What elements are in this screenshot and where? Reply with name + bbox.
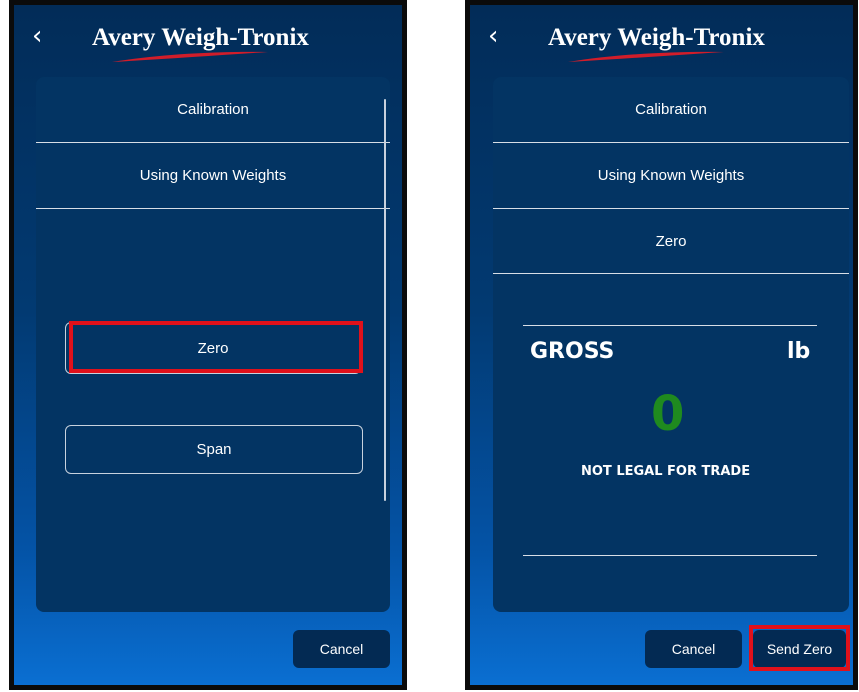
weight-value: 0 — [651, 386, 685, 442]
menu-item-label: Using Known Weights — [139, 167, 287, 184]
brand-logo: Avery Weigh-Tronix — [548, 24, 765, 62]
weight-display-bottom-rule — [523, 555, 817, 556]
menu-item-label: Zero — [655, 233, 687, 250]
back-chevron-icon[interactable]: ‹ — [32, 23, 42, 49]
weight-display-top-rule — [523, 325, 817, 326]
top-bar: ‹ Avery Weigh-Tronix — [470, 5, 853, 65]
span-button[interactable]: Span — [65, 425, 363, 474]
logo-swoosh-icon — [568, 51, 724, 62]
scrollbar[interactable] — [384, 99, 386, 501]
send-zero-button-highlight — [749, 625, 850, 671]
cancel-button[interactable]: Cancel — [645, 630, 742, 668]
menu-item-label: Using Known Weights — [597, 167, 745, 184]
menu-item-label: Calibration — [177, 101, 249, 118]
zero-button-highlight — [69, 321, 363, 373]
calibration-screen-right: ‹ Avery Weigh-Tronix Calibration Using K… — [465, 0, 858, 690]
back-chevron-icon[interactable]: ‹ — [488, 23, 498, 49]
cancel-button-label: Cancel — [671, 641, 716, 657]
calibration-screen-left: ‹ Avery Weigh-Tronix Calibration Using K… — [9, 0, 407, 690]
divider — [493, 273, 849, 274]
logo-swoosh-icon — [112, 51, 268, 62]
menu-item-calibration[interactable]: Calibration — [493, 77, 849, 142]
cancel-button[interactable]: Cancel — [293, 630, 390, 668]
menu-item-using-known-weights[interactable]: Using Known Weights — [36, 143, 390, 208]
brand-logo-text: Avery Weigh-Tronix — [548, 24, 765, 51]
menu-item-calibration[interactable]: Calibration — [36, 77, 390, 142]
weight-unit-label: lb — [787, 339, 811, 364]
menu-item-using-known-weights[interactable]: Using Known Weights — [493, 143, 849, 208]
cancel-button-label: Cancel — [319, 641, 364, 657]
top-bar: ‹ Avery Weigh-Tronix — [14, 5, 402, 65]
weight-mode-label: GROSS — [530, 339, 615, 364]
legal-for-trade-notice: NOT LEGAL FOR TRADE — [581, 464, 751, 479]
divider — [36, 208, 390, 209]
span-button-label: Span — [196, 441, 232, 458]
menu-item-label: Calibration — [635, 101, 707, 118]
brand-logo-text: Avery Weigh-Tronix — [92, 24, 309, 51]
zero-calibration-panel: Calibration Using Known Weights Zero GRO… — [493, 77, 849, 612]
menu-item-zero[interactable]: Zero — [493, 209, 849, 274]
calibration-panel: Calibration Using Known Weights Zero Spa… — [36, 77, 390, 612]
brand-logo: Avery Weigh-Tronix — [92, 24, 309, 62]
